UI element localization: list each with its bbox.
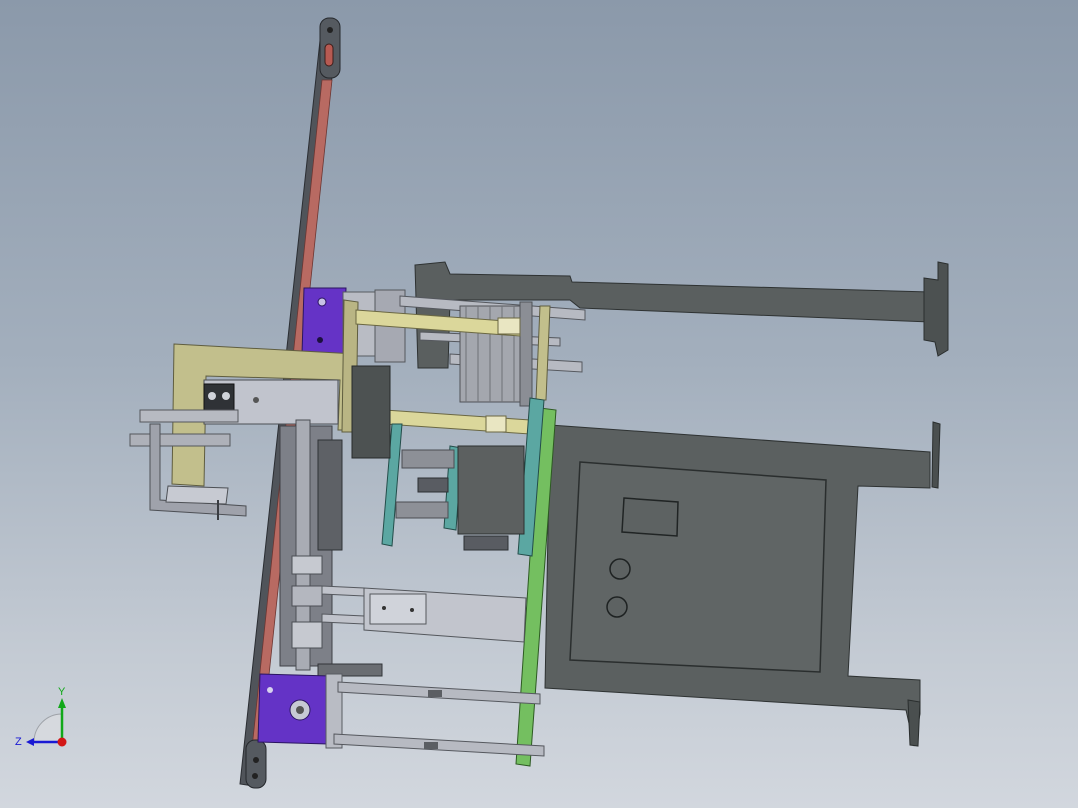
slide-rail-upper[interactable] — [321, 585, 365, 597]
cad-viewport[interactable]: Y Z — [0, 0, 1078, 808]
rail-bottom-hole-2 — [252, 773, 258, 779]
upper-block-screw-2 — [317, 337, 323, 343]
gripper-socket-hole-2 — [222, 392, 230, 400]
gripper-center-hole — [253, 397, 259, 403]
rail-top-hole — [327, 27, 333, 33]
slide-carriage-bolt-1 — [382, 606, 386, 610]
gripper-lower-arm-2[interactable] — [129, 433, 231, 447]
spindle-mechanism[interactable] — [279, 419, 343, 671]
display-window[interactable] — [621, 497, 679, 537]
upper-end-flange[interactable] — [923, 261, 949, 357]
rod-lower-1-marker — [428, 690, 442, 697]
y-axis-arrow — [58, 698, 66, 708]
yellow-cylinder-upper-tip[interactable] — [497, 317, 521, 335]
spindle-collar-3[interactable] — [291, 621, 323, 649]
rail-top-slot[interactable] — [324, 43, 334, 67]
cad-model-assembly[interactable] — [0, 0, 1078, 808]
z-axis-label: Z — [15, 736, 22, 748]
coupling-block[interactable] — [351, 365, 391, 459]
y-axis-label: Y — [58, 686, 66, 698]
spindle-collar-1[interactable] — [291, 555, 323, 575]
gripper-socket-hole-1 — [208, 392, 216, 400]
z-axis-arrow — [26, 738, 34, 746]
lower-slider-block[interactable] — [257, 673, 343, 749]
yellow-cylinder-lower-tip[interactable] — [485, 415, 507, 433]
round-button-lower[interactable] — [606, 596, 628, 618]
screw-housing[interactable] — [457, 445, 525, 535]
round-button-upper[interactable] — [609, 558, 631, 580]
slide-rail-lower[interactable] — [321, 613, 365, 625]
gripper-lower-arm[interactable] — [139, 409, 239, 423]
lower-rods[interactable] — [333, 681, 545, 757]
x-axis-dot — [57, 737, 67, 747]
rod-lower-2-marker — [424, 742, 438, 749]
body-top-edge[interactable] — [931, 421, 941, 489]
khaki-right-plate[interactable] — [535, 305, 551, 401]
orientation-triad[interactable]: Y Z — [12, 684, 82, 754]
horizontal-slide[interactable] — [317, 585, 527, 677]
upper-block-screw — [317, 297, 327, 307]
gear-rack[interactable] — [317, 439, 343, 551]
lower-block-screw — [267, 687, 273, 693]
rail-bottom-hole-1 — [253, 757, 259, 763]
motor-endplate[interactable] — [519, 301, 533, 407]
gripper-dark-socket[interactable] — [203, 383, 235, 413]
lower-block-bearing-core — [296, 706, 304, 714]
triad-arc — [33, 713, 63, 743]
shaft-stub-1[interactable] — [417, 477, 449, 493]
slide-carriage-bolt-2 — [410, 608, 414, 612]
motor-assembly[interactable] — [459, 301, 533, 407]
control-panel[interactable] — [569, 461, 827, 673]
lead-screw-upper[interactable] — [401, 449, 455, 469]
lead-screw-lower[interactable] — [395, 501, 449, 519]
rail-bottom-cap[interactable] — [245, 739, 267, 789]
slide-carriage[interactable] — [369, 593, 427, 625]
rod-lower-2[interactable] — [333, 733, 545, 757]
spindle-collar-2[interactable] — [291, 585, 323, 607]
shaft-stub-2[interactable] — [463, 535, 509, 551]
lower-frame-leg[interactable] — [907, 699, 921, 747]
